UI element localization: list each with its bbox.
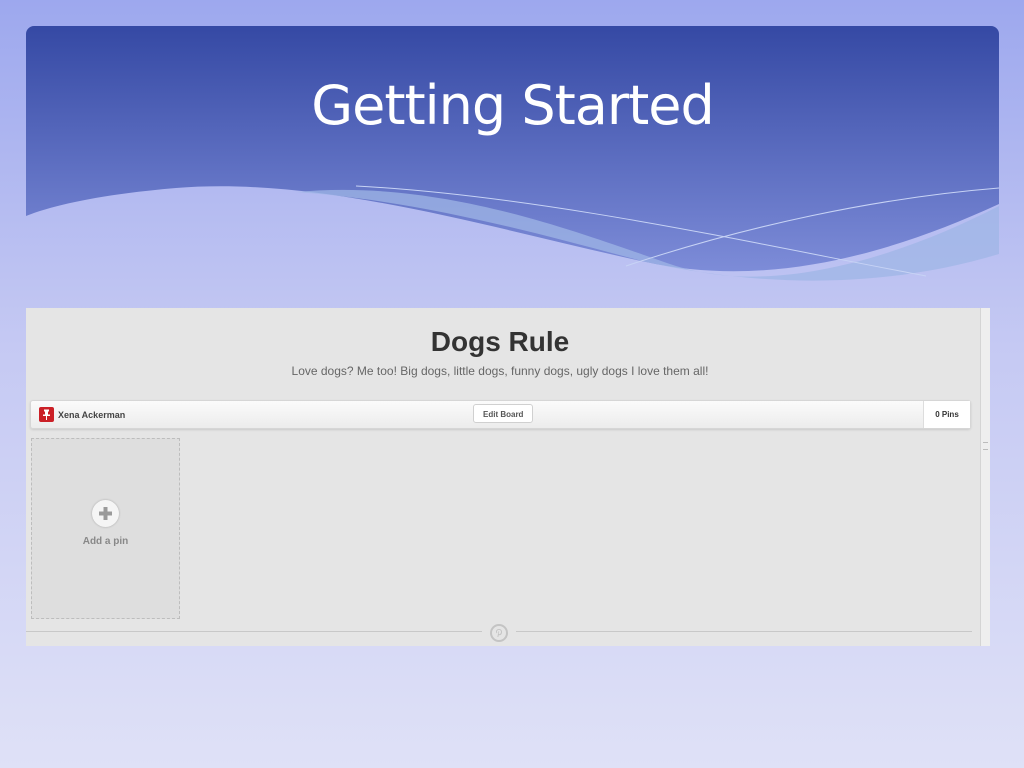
pin-count[interactable]: 0 Pins — [923, 401, 970, 428]
footer-divider-right — [516, 631, 972, 632]
plus-circle-icon — [92, 500, 119, 527]
board-owner-name[interactable]: Xena Ackerman — [58, 410, 125, 420]
pinterest-logo-icon — [490, 624, 508, 642]
add-pin-label: Add a pin — [82, 536, 129, 547]
pinterest-board-screenshot: Dogs Rule Love dogs? Me too! Big dogs, l… — [26, 308, 990, 646]
board-toolbar: Xena Ackerman Edit Board 0 Pins — [30, 400, 971, 429]
board-description: Love dogs? Me too! Big dogs, little dogs… — [291, 364, 709, 378]
board-title: Dogs Rule — [430, 326, 570, 357]
slide-header: Getting Started — [26, 26, 999, 286]
footer-divider-left — [26, 631, 482, 632]
slide-header-background — [26, 26, 999, 281]
add-pin-tile[interactable]: Add a pin — [31, 438, 180, 619]
edit-board-button[interactable]: Edit Board — [473, 404, 534, 423]
pushpin-icon[interactable] — [39, 407, 54, 422]
scrollbar-grip[interactable] — [983, 442, 988, 450]
slide-title: Getting Started — [311, 74, 715, 137]
vertical-scrollbar[interactable] — [980, 308, 990, 646]
